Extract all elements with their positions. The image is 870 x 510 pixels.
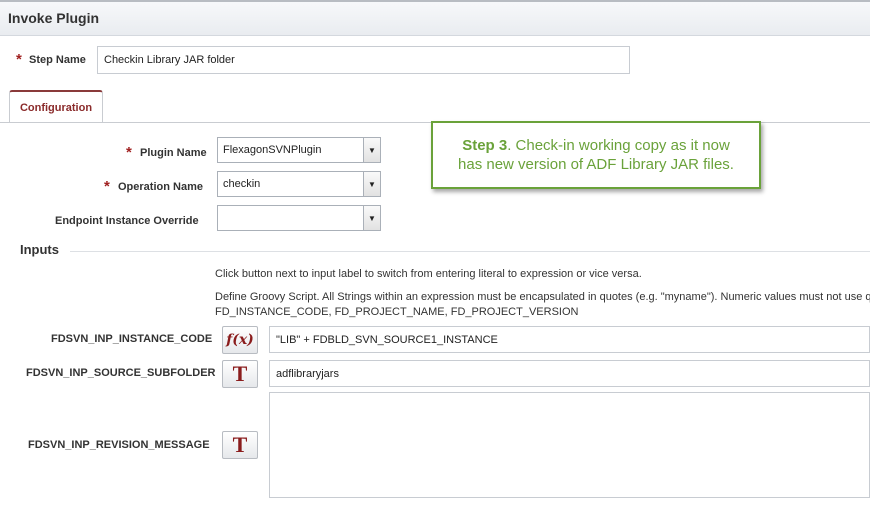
source-subfolder-label: FDSVN_INP_SOURCE_SUBFOLDER [26, 367, 216, 379]
step-callout: Step 3. Check-in working copy as it now … [431, 121, 761, 189]
function-icon: f(x) [226, 332, 254, 348]
plugin-name-value: FlexagonSVNPlugin [223, 144, 322, 156]
inputs-divider [70, 251, 870, 252]
callout-step: Step 3 [462, 137, 508, 154]
step-name-input[interactable]: Checkin Library JAR folder [97, 46, 630, 74]
instance-code-label: FDSVN_INP_INSTANCE_CODE [51, 333, 213, 345]
dropdown-arrow-icon[interactable]: ▼ [363, 138, 380, 162]
plugin-name-label: Plugin Name [140, 147, 207, 159]
endpoint-override-select[interactable]: ▼ [217, 205, 381, 231]
source-subfolder-input[interactable]: adflibraryjars [269, 360, 870, 387]
help-groovy-text: Define Groovy Script. All Strings within… [215, 291, 870, 303]
revision-message-textarea[interactable] [269, 392, 870, 498]
title-bar [0, 0, 870, 36]
expression-toggle-button[interactable]: f(x) [222, 326, 258, 354]
endpoint-override-label: Endpoint Instance Override [55, 215, 199, 227]
operation-name-label: Operation Name [118, 181, 203, 193]
instance-code-input[interactable]: "LIB" + FDBLD_SVN_SOURCE1_INSTANCE [269, 326, 870, 353]
required-marker: * [104, 178, 110, 195]
text-literal-icon: T [232, 432, 248, 457]
callout-line-1: Step 3. Check-in working copy as it now [462, 136, 730, 155]
inputs-heading: Inputs [20, 242, 59, 257]
text-literal-icon: T [232, 361, 248, 386]
callout-line-2: has new version of ADF Library JAR files… [458, 156, 734, 173]
dropdown-arrow-icon[interactable]: ▼ [363, 206, 380, 230]
plugin-name-select[interactable]: FlexagonSVNPlugin ▼ [217, 137, 381, 163]
dropdown-arrow-icon[interactable]: ▼ [363, 172, 380, 196]
callout-line-1-rest: . Check-in working copy as it now [507, 137, 730, 154]
revision-message-label: FDSVN_INP_REVISION_MESSAGE [28, 439, 210, 451]
step-name-label: Step Name [29, 54, 86, 66]
window-title: Invoke Plugin [8, 10, 100, 26]
operation-name-select[interactable]: checkin ▼ [217, 171, 381, 197]
required-marker: * [16, 51, 22, 68]
help-variables-text: FD_INSTANCE_CODE, FD_PROJECT_NAME, FD_PR… [215, 306, 579, 318]
help-toggle-text: Click button next to input label to swit… [215, 268, 642, 280]
tab-configuration[interactable]: Configuration [9, 90, 103, 123]
required-marker: * [126, 144, 132, 161]
literal-toggle-button[interactable]: T [222, 431, 258, 459]
operation-name-value: checkin [223, 178, 261, 190]
literal-toggle-button[interactable]: T [222, 360, 258, 388]
